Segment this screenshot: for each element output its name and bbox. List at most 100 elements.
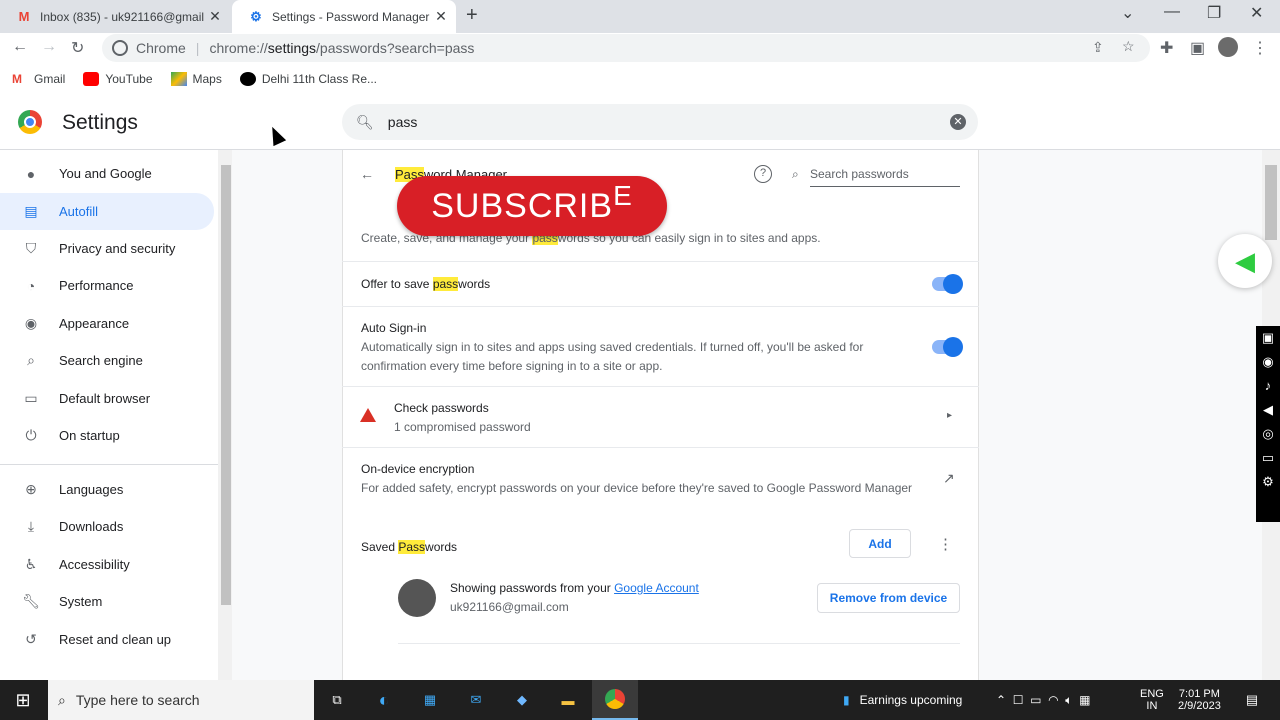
restore-icon[interactable]: ❐ [1207, 3, 1221, 23]
language-indicator[interactable]: ENG IN [1140, 680, 1164, 720]
sidebar-item-downloads[interactable]: ⤓ Downloads [0, 508, 214, 545]
sidebar-item-performance[interactable]: ◔ Performance [0, 267, 214, 304]
sidebar-item-appearance[interactable]: ◉ Appearance [0, 305, 214, 342]
auto-signin-toggle[interactable] [932, 337, 963, 357]
new-tab-button[interactable]: + [466, 4, 478, 27]
clock[interactable]: 7:01 PM 2/9/2023 [1178, 680, 1221, 720]
back-arrow-icon[interactable]: ← [360, 166, 374, 182]
check-passwords-sub: 1 compromised password [394, 420, 531, 434]
settings-header: Settings 🔍︎ pass ✕ [0, 96, 1280, 150]
back-icon[interactable]: ← [12, 38, 28, 56]
reload-icon[interactable]: ↻ [71, 38, 84, 58]
bookmark-maps[interactable]: Maps [170, 72, 222, 86]
palette-icon: ◉ [24, 315, 38, 331]
sidebar-item-accessibility[interactable]: ♿︎ Accessibility [0, 546, 214, 583]
auto-signin-desc: Automatically sign in to sites and apps … [361, 340, 864, 354]
power-icon: ⏻ [25, 427, 37, 443]
sidebar-item-autofill[interactable]: ▤ Autofill [0, 193, 214, 230]
mail-icon[interactable]: ✉ [462, 680, 490, 720]
gmail-icon: M [12, 72, 22, 86]
auto-signin-title: Auto Sign-in [361, 321, 427, 335]
search-passwords-input[interactable]: Search passwords [810, 167, 960, 187]
chrome-taskbar-icon[interactable] [592, 680, 638, 720]
offer-save-toggle[interactable] [932, 274, 963, 294]
screenshot-icon[interactable]: ▣ [1256, 326, 1280, 350]
address-bar[interactable]: Chrome | chrome://settings/passwords?sea… [102, 34, 1150, 62]
gear-icon[interactable]: ⚙ [1256, 470, 1280, 494]
bookmark-gmail[interactable]: M Gmail [12, 72, 65, 86]
bookmark-delhi[interactable]: Delhi 11th Class Re... [239, 72, 377, 86]
sidebar-item-you-and-google[interactable]: ● You and Google [0, 155, 214, 192]
window-close-icon[interactable]: ✕ [1250, 3, 1263, 23]
encryption-title: On-device encryption [361, 462, 475, 476]
history-icon: ↺ [25, 631, 37, 647]
sidebar-item-search-engine[interactable]: ⌕ Search engine [0, 342, 214, 379]
tab-settings[interactable]: ⚙ Settings - Password Manager ✕ [232, 0, 456, 33]
news-widget[interactable]: ▮ Earnings upcoming [843, 680, 962, 720]
sidebar-item-on-startup[interactable]: ⏻ On startup [0, 417, 214, 454]
clear-search-icon[interactable]: ✕ [950, 114, 966, 130]
microphone-icon[interactable]: ♪ [1256, 374, 1280, 398]
divider [398, 643, 960, 644]
app-icon[interactable]: ◆ [508, 680, 536, 720]
search-icon: ⌕ [58, 691, 66, 708]
sidebar-item-languages[interactable]: ⊕ Languages [0, 471, 214, 508]
sidebar-divider [0, 464, 218, 465]
search-input[interactable]: pass [388, 114, 418, 130]
windows-start-icon[interactable]: ⊞ [6, 680, 40, 720]
warning-icon [360, 408, 376, 422]
external-link-icon[interactable]: ↗ [943, 470, 955, 487]
close-icon[interactable]: ✕ [430, 8, 452, 25]
person-icon: ● [26, 165, 36, 182]
subscribe-overlay[interactable]: SUBSCRIB E [397, 176, 667, 236]
account-showing-text: Showing passwords from your Google Accou… [450, 581, 699, 595]
task-view-icon[interactable]: ⧉ [324, 680, 350, 720]
system-tray-icons[interactable]: ⌃ ☐ ▭ ◠ 🔈︎ ▦ [996, 680, 1091, 720]
avatar[interactable] [1218, 37, 1238, 57]
file-explorer-icon[interactable]: ▬ [554, 680, 582, 720]
remove-from-device-button[interactable]: Remove from device [817, 583, 960, 613]
recorder-toolbar: ▣ ◉ ♪ ◀ ◎ ▭ ⚙ [1256, 326, 1280, 522]
send-arrow-icon[interactable]: ◀ [1218, 234, 1272, 288]
speaker-icon[interactable]: ◀ [1256, 398, 1280, 422]
menu-icon[interactable]: ⋮ [1252, 38, 1268, 58]
more-options-icon[interactable]: ⋮ [938, 535, 953, 553]
notification-icon[interactable]: ▤ [1240, 680, 1264, 720]
sidebar-item-system[interactable]: 🔧︎ System [0, 583, 214, 620]
edge-icon[interactable]: ◐ [370, 680, 398, 720]
taskbar-search[interactable]: ⌕ Type here to search [48, 680, 314, 720]
site-icon [239, 72, 256, 86]
store-icon[interactable]: ▦ [416, 680, 444, 720]
tab-search-icon[interactable]: ⌄ [1121, 3, 1134, 23]
account-avatar [398, 579, 436, 617]
window-icon[interactable]: ▭ [1256, 446, 1280, 470]
gear-icon: ⚙ [250, 8, 262, 24]
minimize-icon[interactable]: — [1164, 3, 1180, 21]
page-scrollbar-thumb[interactable] [1265, 165, 1277, 240]
tab-gmail[interactable]: M Inbox (835) - uk921166@gmail.c ✕ [0, 0, 230, 33]
share-icon[interactable]: ⇪ [1092, 39, 1104, 56]
add-password-button[interactable]: Add [849, 529, 911, 558]
google-account-link[interactable]: Google Account [614, 581, 699, 595]
forward-icon[interactable]: → [41, 38, 57, 56]
stocks-icon: ▮ [843, 693, 850, 707]
webcam-icon[interactable]: ◎ [1256, 422, 1280, 446]
encryption-desc: For added safety, encrypt passwords on y… [361, 481, 913, 495]
browser-toolbar: ← → ↻ Chrome | chrome://settings/passwor… [0, 33, 1280, 63]
sidebar-item-reset[interactable]: ↺ Reset and clean up [0, 621, 214, 658]
sidebar-item-privacy[interactable]: ⛉ Privacy and security [0, 230, 214, 267]
accessibility-icon: ♿︎ [24, 556, 38, 572]
url-separator: | [195, 40, 200, 56]
help-icon[interactable]: ? [754, 165, 772, 183]
url-text: chrome://settings/passwords?search=pass [209, 40, 475, 56]
bookmark-star-icon[interactable]: ☆ [1122, 38, 1135, 55]
settings-search[interactable]: 🔍︎ pass ✕ [342, 104, 978, 140]
side-panel-icon[interactable]: ▣ [1190, 38, 1205, 58]
record-icon[interactable]: ◉ [1256, 350, 1280, 374]
sidebar-scrollbar-thumb[interactable] [221, 165, 231, 605]
extensions-icon[interactable]: ✚ [1160, 38, 1173, 58]
close-icon[interactable]: ✕ [204, 8, 226, 25]
bookmark-youtube[interactable]: YouTube [83, 72, 153, 86]
search-icon: ⌕ [792, 167, 799, 181]
sidebar-item-default-browser[interactable]: ▭ Default browser [0, 380, 214, 417]
